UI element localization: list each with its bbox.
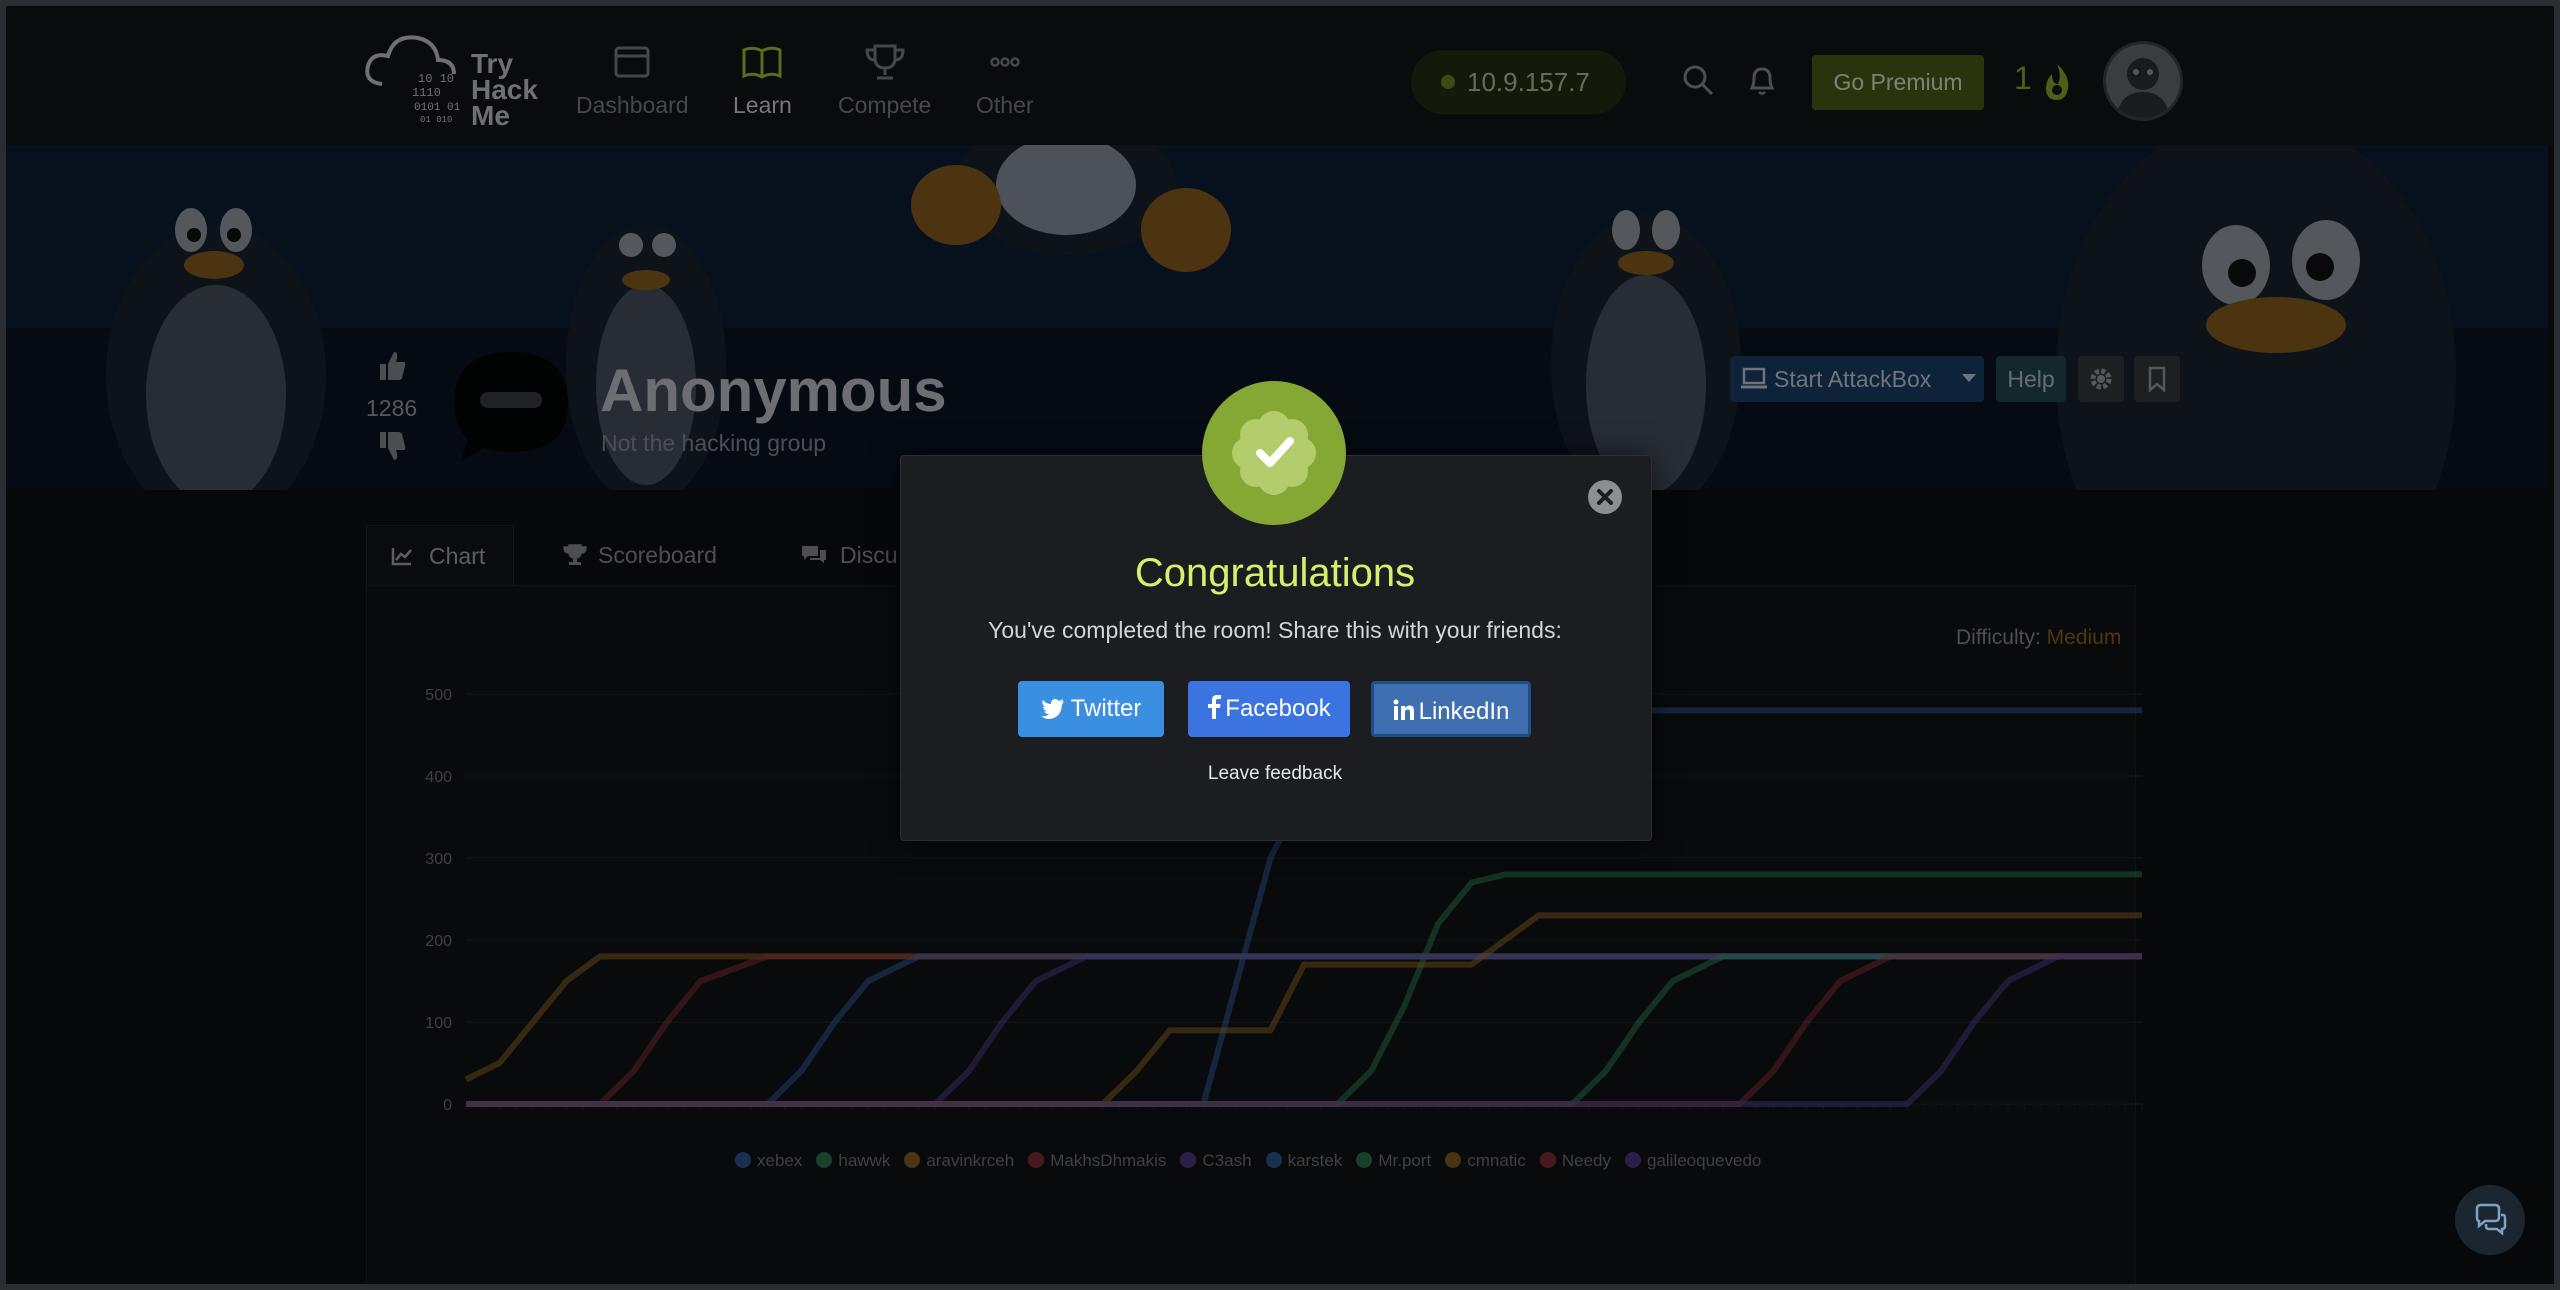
share-linkedin-label: LinkedIn xyxy=(1418,698,1510,725)
share-twitter-button[interactable]: Twitter xyxy=(1018,681,1164,737)
chat-widget-button[interactable] xyxy=(2455,1185,2525,1255)
twitter-icon xyxy=(1040,699,1064,719)
close-icon xyxy=(1597,489,1613,505)
modal-title: Congratulations xyxy=(1134,551,1416,595)
share-twitter-label: Twitter xyxy=(1070,695,1142,722)
modal-message: You've completed the room! Share this wi… xyxy=(988,617,1562,643)
close-modal-button[interactable] xyxy=(1588,480,1622,514)
share-linkedin-button[interactable]: LinkedIn xyxy=(1371,681,1531,737)
share-facebook-button[interactable]: Facebook xyxy=(1188,681,1350,737)
check-badge-icon xyxy=(1232,411,1316,495)
linkedin-icon xyxy=(1393,699,1414,720)
leave-feedback-link[interactable]: Leave feedback xyxy=(900,763,1650,785)
facebook-icon xyxy=(1208,695,1222,719)
chat-icon xyxy=(2475,1203,2507,1236)
share-facebook-label: Facebook xyxy=(1225,695,1331,722)
completion-badge xyxy=(1202,381,1346,525)
